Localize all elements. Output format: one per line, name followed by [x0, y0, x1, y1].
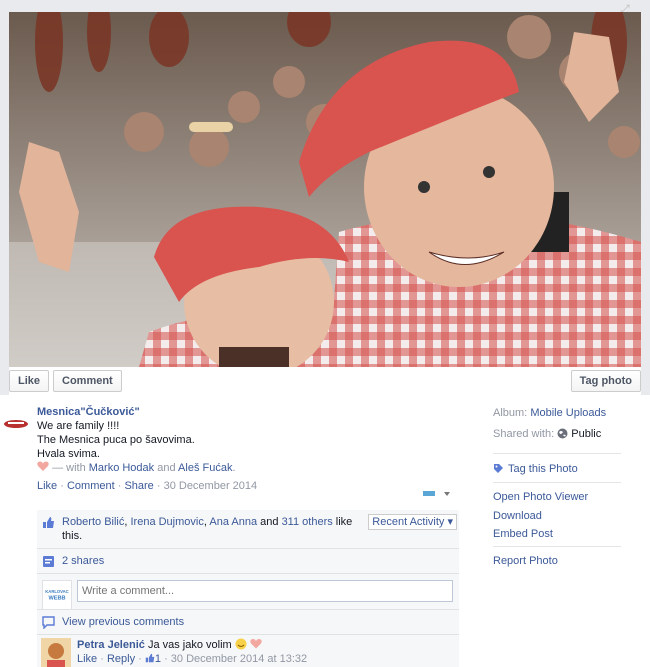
liker[interactable]: Roberto Bilić [62, 516, 124, 528]
photo-stage: ⤢ Like Comment Tag photo [0, 0, 650, 395]
post-date[interactable]: 30 December 2014 [164, 480, 258, 492]
post-actions: Like · Comment · Share · 30 December 201… [37, 480, 258, 492]
comment-input[interactable] [77, 580, 453, 602]
open-photo-viewer-link[interactable]: Open Photo Viewer [493, 490, 650, 504]
globe-icon [557, 428, 568, 439]
post-line: Hvala svima. [37, 448, 100, 460]
album-row: Album: Mobile Uploads [493, 406, 650, 420]
shared-with-value[interactable]: Public [571, 428, 601, 440]
comment-likes[interactable]: 1 [145, 653, 164, 665]
heart-icon [37, 461, 49, 471]
like-link[interactable]: Like [37, 480, 57, 492]
recent-activity-dropdown[interactable]: Recent Activity ▾ [368, 514, 457, 530]
tag-this-photo-row[interactable]: Tag this Photo [493, 462, 650, 476]
comment-reply-link[interactable]: Reply [107, 653, 135, 665]
commenter-avatar[interactable] [41, 638, 71, 667]
comment-likes-count: 1 [154, 653, 161, 665]
share-link[interactable]: Share [124, 480, 153, 492]
karlovac-webb-logo: KARLOVAC WEBB [45, 589, 68, 602]
feedback-section: Roberto Bilić, Irena Dujmovic, Ana Anna … [37, 510, 459, 667]
comment-bubble-icon [42, 616, 55, 629]
with-joiner: and [157, 462, 176, 474]
like-photo-button[interactable]: Like [9, 370, 50, 392]
comment-timestamp[interactable]: 30 December 2014 at 13:32 [171, 653, 307, 665]
post-line: We are family !!!! [37, 420, 120, 432]
others-link[interactable]: 311 others [282, 516, 333, 528]
album-link[interactable]: Mobile Uploads [530, 407, 606, 419]
comment-like-link[interactable]: Like [77, 653, 97, 665]
liker[interactable]: Ana Anna [209, 516, 257, 528]
comment-meta: Like · Reply · 1 · 30 December 2014 at 1… [77, 653, 308, 665]
likes-row: Roberto Bilić, Irena Dujmovic, Ana Anna … [37, 510, 459, 548]
shared-with-row: Shared with: Public [493, 427, 650, 441]
comment-composer: KARLOVAC WEBB [37, 573, 459, 610]
photo-action-bar: Like Comment Tag photo [9, 367, 641, 395]
shares-row: 2 shares [37, 548, 459, 573]
shares-link[interactable]: 2 shares [62, 555, 104, 567]
comment-photo-button[interactable]: Comment [53, 370, 122, 392]
post-author[interactable]: Mesnica"Čučković" [37, 405, 457, 419]
page-avatar[interactable] [2, 406, 30, 434]
divider [493, 482, 621, 483]
comment-text: Ja vas jako volim [147, 639, 232, 651]
share-icon [43, 556, 54, 567]
thumbs-up-icon [145, 653, 155, 663]
selfie-photo-illustration [9, 12, 641, 367]
commenter-name[interactable]: Petra Jelenić [77, 639, 145, 651]
svg-text:WEBB: WEBB [48, 596, 65, 602]
divider [493, 453, 621, 454]
comment-link[interactable]: Comment [67, 480, 115, 492]
liker[interactable]: Irena Dujmovic [130, 516, 203, 528]
comment: Petra Jelenić Ja vas jako volim Like · R… [37, 634, 459, 667]
post-body: Mesnica"Čučković" We are family !!!! The… [37, 405, 457, 493]
likes-and: and [260, 516, 279, 528]
heart-emoji-icon [250, 639, 262, 649]
composer-avatar: KARLOVAC WEBB [42, 580, 72, 610]
post-with-line: — with Marko Hodak and Aleš Fućak. [37, 461, 457, 475]
view-previous-row: View previous comments [37, 609, 459, 634]
audience-selector-icon[interactable] [422, 488, 452, 500]
album-label: Album: [493, 407, 528, 419]
tag-icon [494, 464, 503, 473]
thumbs-up-icon [43, 517, 54, 528]
svg-text:KARLOVAC: KARLOVAC [45, 589, 68, 594]
report-photo-link[interactable]: Report Photo [493, 554, 650, 568]
tag-photo-button[interactable]: Tag photo [570, 370, 641, 392]
with-prefix: — with [52, 462, 86, 474]
download-link[interactable]: Download [493, 509, 650, 523]
tagged-person[interactable]: Marko Hodak [89, 462, 154, 474]
view-previous-comments[interactable]: View previous comments [62, 616, 184, 628]
divider [493, 546, 621, 547]
shared-with-label: Shared with: [493, 428, 555, 440]
tagged-person[interactable]: Aleš Fućak [178, 462, 232, 474]
tag-this-photo-link[interactable]: Tag this Photo [508, 463, 578, 475]
embed-post-link[interactable]: Embed Post [493, 527, 650, 541]
post-line: The Mesnica puca po šavovima. [37, 434, 195, 446]
photo[interactable] [9, 12, 641, 367]
wink-emoji-icon [235, 638, 247, 650]
